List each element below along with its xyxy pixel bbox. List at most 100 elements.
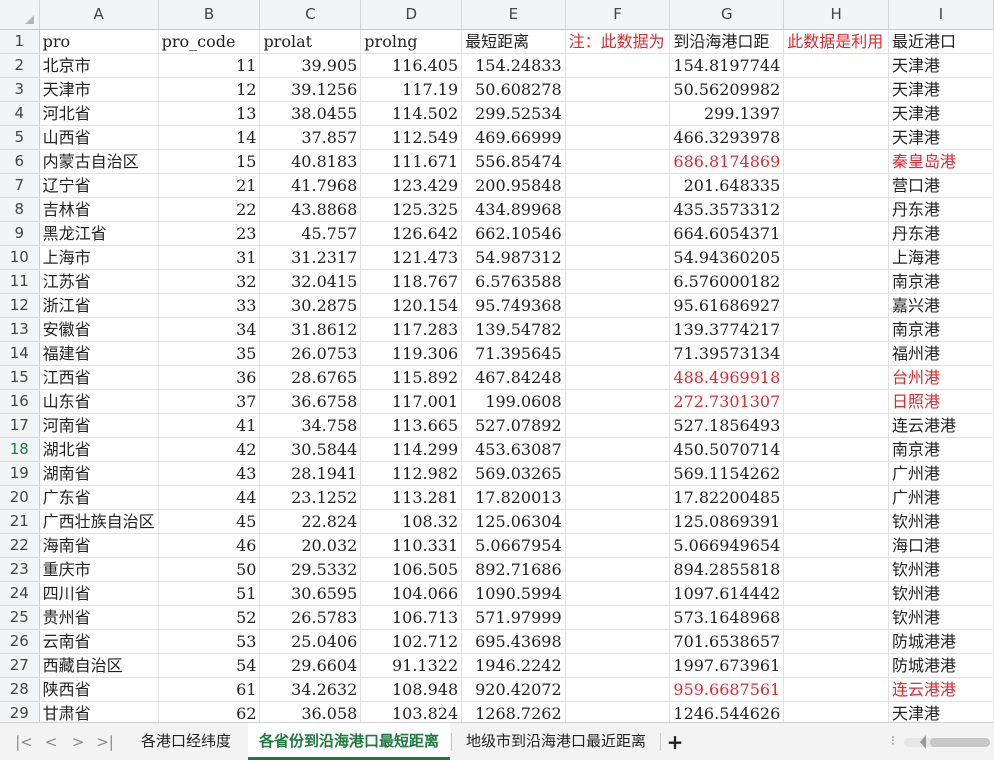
- cell-a[interactable]: 甘肃省: [39, 701, 159, 722]
- cell-e[interactable]: 569.03265: [461, 461, 566, 486]
- cell-b[interactable]: 37: [158, 389, 261, 414]
- row-header[interactable]: 20: [0, 485, 40, 510]
- cell-e[interactable]: 17.820013: [461, 485, 566, 510]
- cell-c[interactable]: 30.6595: [259, 581, 362, 606]
- cell-a[interactable]: 江苏省: [39, 269, 159, 294]
- cell-d[interactable]: 112.982: [360, 461, 463, 486]
- cell-f[interactable]: [565, 557, 671, 582]
- cell-c[interactable]: 37.857: [259, 125, 362, 150]
- cell-c[interactable]: 20.032: [259, 533, 362, 558]
- cell-g[interactable]: 435.3573312: [669, 197, 785, 222]
- cell-e[interactable]: 199.0608: [461, 389, 566, 414]
- cell-c[interactable]: 22.824: [259, 509, 362, 534]
- cell-d[interactable]: 123.429: [360, 173, 463, 198]
- row-header[interactable]: 3: [0, 77, 40, 102]
- cell-d[interactable]: 112.549: [360, 125, 463, 150]
- cell-b[interactable]: 45: [158, 509, 261, 534]
- column-header-d[interactable]: D: [360, 0, 463, 30]
- cell-d[interactable]: 121.473: [360, 245, 463, 270]
- header-cell-c[interactable]: prolat: [259, 29, 362, 54]
- row-header[interactable]: 2: [0, 53, 40, 78]
- cell-d[interactable]: 126.642: [360, 221, 463, 246]
- cell-e[interactable]: 95.749368: [461, 293, 566, 318]
- cell-h[interactable]: [783, 101, 890, 126]
- cell-d[interactable]: 114.502: [360, 101, 463, 126]
- cell-g[interactable]: 201.648335: [669, 173, 785, 198]
- cell-h[interactable]: [783, 701, 890, 722]
- cell-d[interactable]: 106.505: [360, 557, 463, 582]
- cell-c[interactable]: 26.5783: [259, 605, 362, 630]
- last-sheet-icon[interactable]: >|: [95, 732, 115, 752]
- header-cell-e[interactable]: 最短距离: [461, 29, 566, 54]
- cell-d[interactable]: 91.1322: [360, 653, 463, 678]
- cell-a[interactable]: 河北省: [39, 101, 159, 126]
- cell-i[interactable]: 天津港: [888, 53, 994, 78]
- cell-f[interactable]: [565, 461, 671, 486]
- cell-e[interactable]: 125.06304: [461, 509, 566, 534]
- cell-g[interactable]: 272.7301307: [669, 389, 785, 414]
- cell-i[interactable]: 广州港: [888, 485, 994, 510]
- horizontal-scrollbar[interactable]: [904, 735, 990, 749]
- cell-a[interactable]: 广东省: [39, 485, 159, 510]
- row-header[interactable]: 6: [0, 149, 40, 174]
- cell-f[interactable]: [565, 173, 671, 198]
- cell-h[interactable]: [783, 461, 890, 486]
- cell-a[interactable]: 河南省: [39, 413, 159, 438]
- row-header[interactable]: 21: [0, 509, 40, 534]
- header-cell-a[interactable]: pro: [39, 29, 159, 54]
- column-header-i[interactable]: I: [888, 0, 994, 30]
- row-header[interactable]: 8: [0, 197, 40, 222]
- cell-b[interactable]: 61: [158, 677, 261, 702]
- header-cell-d[interactable]: prolng: [360, 29, 463, 54]
- cell-h[interactable]: [783, 653, 890, 678]
- select-all-corner[interactable]: [0, 0, 40, 30]
- row-header[interactable]: 25: [0, 605, 40, 630]
- cell-g[interactable]: 569.1154262: [669, 461, 785, 486]
- cell-f[interactable]: [565, 701, 671, 722]
- cell-f[interactable]: [565, 389, 671, 414]
- cell-b[interactable]: 23: [158, 221, 261, 246]
- cell-a[interactable]: 山西省: [39, 125, 159, 150]
- column-header-c[interactable]: C: [259, 0, 362, 30]
- cell-f[interactable]: [565, 125, 671, 150]
- cell-a[interactable]: 上海市: [39, 245, 159, 270]
- cell-h[interactable]: [783, 293, 890, 318]
- cell-b[interactable]: 11: [158, 53, 261, 78]
- cell-c[interactable]: 36.6758: [259, 389, 362, 414]
- cell-i[interactable]: 丹东港: [888, 221, 994, 246]
- cell-c[interactable]: 26.0753: [259, 341, 362, 366]
- cell-b[interactable]: 52: [158, 605, 261, 630]
- cell-e[interactable]: 556.85474: [461, 149, 566, 174]
- cell-i[interactable]: 天津港: [888, 101, 994, 126]
- cell-f[interactable]: [565, 149, 671, 174]
- cell-e[interactable]: 154.24833: [461, 53, 566, 78]
- cell-h[interactable]: [783, 365, 890, 390]
- cell-a[interactable]: 湖北省: [39, 437, 159, 462]
- cell-f[interactable]: [565, 101, 671, 126]
- cell-f[interactable]: [565, 317, 671, 342]
- data-table[interactable]: ABCDEFGHI 1 pro pro_code prolat prolng 最短距离 注：…: [0, 0, 994, 722]
- cell-h[interactable]: [783, 173, 890, 198]
- cell-a[interactable]: 重庆市: [39, 557, 159, 582]
- cell-g[interactable]: 701.6538657: [669, 629, 785, 654]
- row-header[interactable]: 14: [0, 341, 40, 366]
- cell-d[interactable]: 108.32: [360, 509, 463, 534]
- cell-g[interactable]: 1246.544626: [669, 701, 785, 722]
- cell-i[interactable]: 钦州港: [888, 605, 994, 630]
- cell-a[interactable]: 福建省: [39, 341, 159, 366]
- cell-e[interactable]: 527.07892: [461, 413, 566, 438]
- cell-b[interactable]: 51: [158, 581, 261, 606]
- cell-e[interactable]: 200.95848: [461, 173, 566, 198]
- cell-d[interactable]: 119.306: [360, 341, 463, 366]
- cell-f[interactable]: [565, 437, 671, 462]
- cell-a[interactable]: 湖南省: [39, 461, 159, 486]
- spreadsheet-grid[interactable]: ABCDEFGHI 1 pro pro_code prolat prolng 最短距离 注：…: [0, 0, 994, 722]
- cell-b[interactable]: 15: [158, 149, 261, 174]
- cell-c[interactable]: 32.0415: [259, 269, 362, 294]
- cell-a[interactable]: 山东省: [39, 389, 159, 414]
- cell-c[interactable]: 40.8183: [259, 149, 362, 174]
- cell-f[interactable]: [565, 677, 671, 702]
- cell-d[interactable]: 120.154: [360, 293, 463, 318]
- cell-i[interactable]: 海口港: [888, 533, 994, 558]
- cell-c[interactable]: 39.905: [259, 53, 362, 78]
